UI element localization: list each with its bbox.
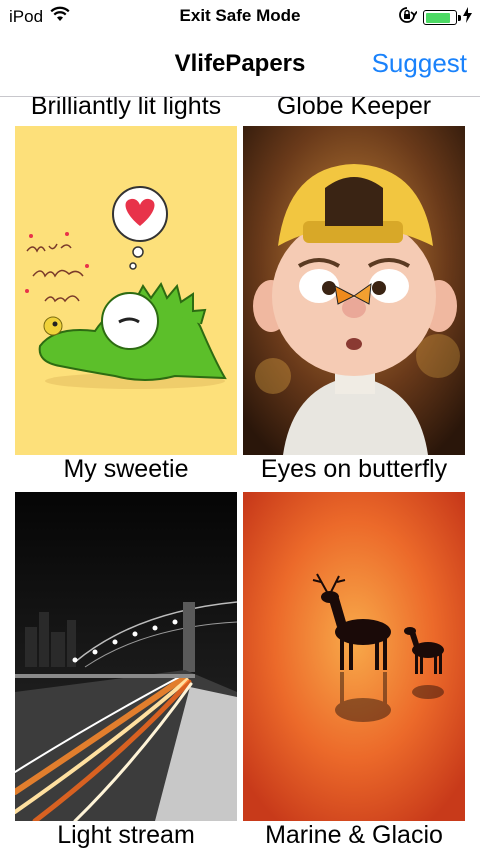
suggest-button[interactable]: Suggest: [372, 48, 467, 79]
navigation-bar: VlifePapers Suggest: [0, 32, 480, 97]
wallpaper-label[interactable]: Eyes on butterfly: [243, 455, 465, 484]
wallpaper-thumbnail-light-stream[interactable]: [15, 492, 237, 821]
wallpaper-label[interactable]: Globe Keeper: [243, 97, 465, 121]
orientation-lock-icon: [397, 6, 418, 29]
wallpaper-grid: Brilliantly lit lights Globe Keeper My s…: [0, 97, 480, 852]
charging-bolt-icon: [463, 7, 472, 28]
wallpaper-label[interactable]: Light stream: [15, 821, 237, 850]
battery-icon: [423, 10, 461, 25]
wallpaper-thumbnail-my-sweetie[interactable]: [15, 126, 237, 455]
status-right: [397, 6, 472, 29]
wallpaper-label[interactable]: My sweetie: [15, 455, 237, 484]
wallpaper-label[interactable]: Marine & Glacio: [243, 821, 465, 850]
wallpaper-thumbnail-eyes-on-butterfly[interactable]: [243, 126, 465, 455]
battery-tip: [458, 15, 461, 21]
status-bar: iPod Exit Safe Mode: [0, 0, 480, 32]
wallpaper-label[interactable]: Brilliantly lit lights: [15, 97, 237, 121]
battery-fill: [425, 12, 451, 23]
wallpaper-thumbnail-marine-and-glacio[interactable]: [243, 492, 465, 821]
